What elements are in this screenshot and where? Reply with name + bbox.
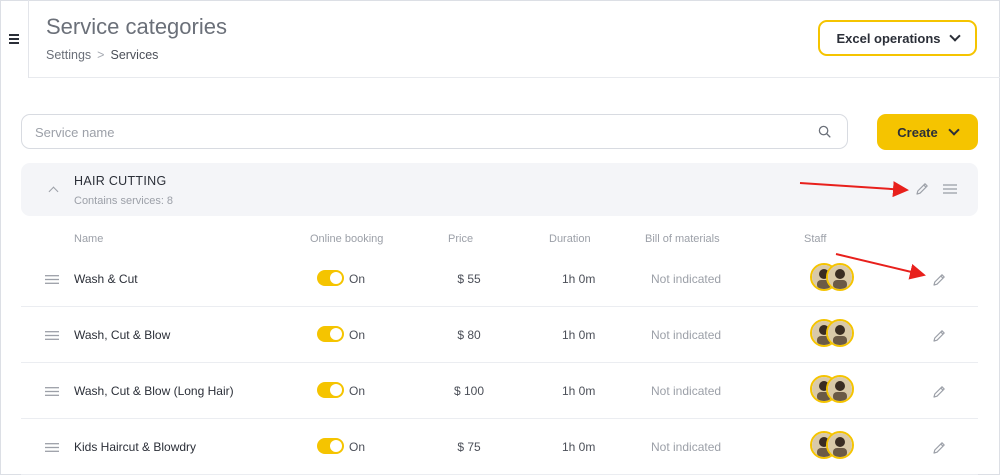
service-price: $ 100 [453,384,485,398]
online-booking-status: On [349,328,366,342]
staff-avatars[interactable] [810,375,856,405]
menu-toggle-button[interactable] [0,0,29,78]
service-duration: 1h 0m [562,384,596,398]
search-input[interactable]: Service name [21,114,848,149]
service-row[interactable]: Wash & Cut On $ 55 1h 0m Not indicated [21,251,978,307]
excel-operations-label: Excel operations [836,30,941,46]
breadcrumb-settings-link[interactable]: Settings [46,48,91,62]
edit-service-icon[interactable] [931,440,947,456]
edit-service-icon[interactable] [931,272,947,288]
breadcrumb-current: Services [110,48,159,62]
category-service-count: Contains services: 8 [74,195,174,207]
avatar [826,263,854,291]
service-name[interactable]: Wash, Cut & Blow [74,328,170,342]
page-header: Service categories Settings > Services Exc… [29,0,1000,78]
chevron-down-icon [948,124,960,136]
avatar [826,431,854,459]
chevron-up-icon[interactable] [48,186,59,197]
avatar [826,319,854,347]
category-title: HAIR CUTTING [74,174,167,188]
category-hair-cutting[interactable]: HAIR CUTTING Contains services: 8 [21,163,978,216]
drag-handle-icon[interactable] [45,275,59,284]
column-header-staff: Staff [804,233,827,245]
service-name[interactable]: Wash & Cut [74,272,138,286]
breadcrumb-separator: > [97,48,105,62]
online-booking-toggle[interactable] [317,270,344,286]
edit-service-icon[interactable] [931,384,947,400]
service-price: $ 80 [457,328,481,342]
drag-handle-icon[interactable] [45,443,59,452]
excel-operations-button[interactable]: Excel operations [818,20,977,56]
bill-of-materials: Not indicated [651,328,722,342]
service-price: $ 75 [457,440,481,454]
online-booking-status: On [349,272,366,286]
drag-handle-icon[interactable] [45,387,59,396]
service-price: $ 55 [457,272,481,286]
bill-of-materials: Not indicated [651,384,722,398]
page-title: Service categories [46,14,227,39]
staff-avatars[interactable] [810,263,856,293]
edit-category-icon[interactable] [914,181,930,197]
online-booking-status: On [349,440,366,454]
online-booking-toggle[interactable] [317,382,344,398]
column-header-price: Price [448,233,474,245]
service-name[interactable]: Kids Haircut & Blowdry [74,440,196,454]
hamburger-icon [9,32,19,46]
bill-of-materials: Not indicated [651,440,722,454]
online-booking-status: On [349,384,366,398]
column-header-duration: Duration [549,233,591,245]
create-label: Create [897,124,938,140]
online-booking-toggle[interactable] [317,438,344,454]
staff-avatars[interactable] [810,319,856,349]
column-header-bill-of-materials: Bill of materials [645,233,720,245]
drag-handle-icon[interactable] [943,184,957,194]
service-row[interactable]: Kids Haircut & Blowdry On $ 75 1h 0m Not ind… [21,419,978,475]
avatar [826,375,854,403]
search-placeholder: Service name [35,125,115,140]
column-header-online-booking: Online booking [310,233,384,245]
service-name[interactable]: Wash, Cut & Blow (Long Hair) [74,384,234,398]
drag-handle-icon[interactable] [45,331,59,340]
bill-of-materials: Not indicated [651,272,722,286]
column-header-name: Name [74,233,104,245]
service-duration: 1h 0m [562,440,596,454]
search-icon[interactable] [818,125,831,138]
edit-service-icon[interactable] [931,328,947,344]
create-button[interactable]: Create [877,114,978,150]
online-booking-toggle[interactable] [317,326,344,342]
service-duration: 1h 0m [562,272,596,286]
staff-avatars[interactable] [810,431,856,461]
chevron-down-icon [948,30,961,42]
service-row[interactable]: Wash, Cut & Blow (Long Hair) On $ 100 1h 0m… [21,363,978,419]
breadcrumb: Settings > Services [46,48,158,62]
service-duration: 1h 0m [562,328,596,342]
service-row[interactable]: Wash, Cut & Blow On $ 80 1h 0m Not indicated [21,307,978,363]
